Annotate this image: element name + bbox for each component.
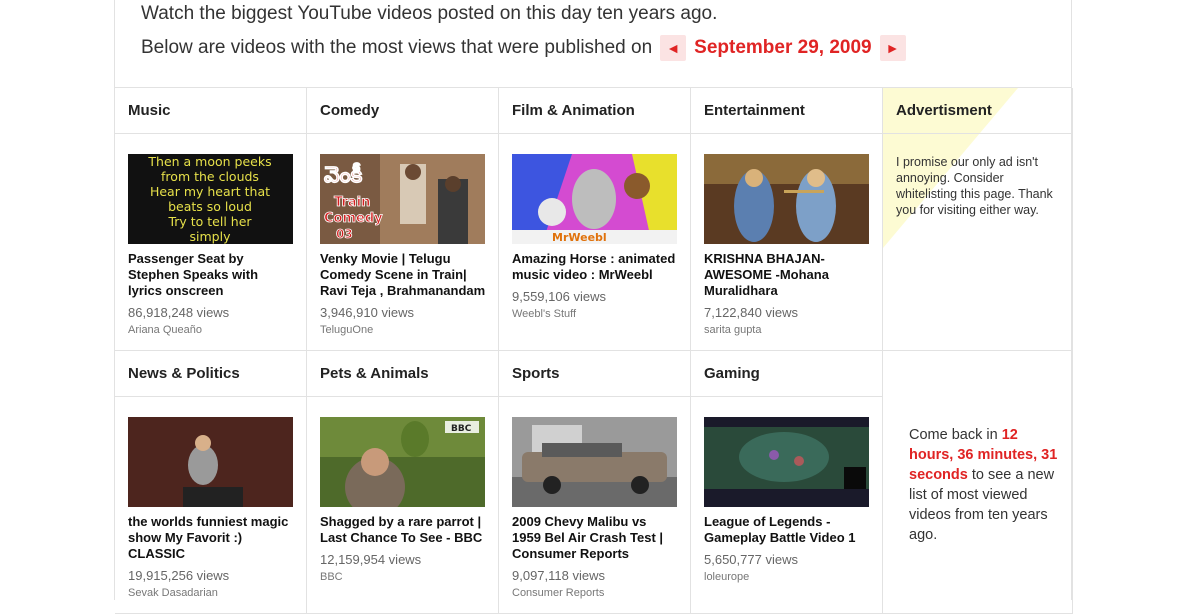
video-channel-link[interactable]: sarita gupta xyxy=(704,324,761,336)
video-thumbnail[interactable] xyxy=(128,417,293,507)
video-title-link[interactable]: Passenger Seat by Stephen Speaks with ly… xyxy=(128,251,294,299)
current-date: September 29, 2009 xyxy=(694,37,872,58)
video-thumbnail[interactable]: Then a moon peeks from the clouds Hear m… xyxy=(128,154,293,244)
next-day-button[interactable]: ► xyxy=(879,35,906,61)
video-views: 12,159,954 views xyxy=(320,552,422,567)
date-selector: Below are videos with the most views tha… xyxy=(141,35,906,61)
prev-day-button[interactable]: ◄ xyxy=(660,35,687,61)
video-title-link[interactable]: Shagged by a rare parrot | Last Chance T… xyxy=(320,514,486,546)
category-cell-news-politics: News & Politics the worlds funniest magi… xyxy=(115,351,307,614)
thumb-title: Train xyxy=(334,195,370,210)
video-views: 3,946,910 views xyxy=(320,305,414,320)
category-cell-gaming: Gaming League of Legends - Gameplay Batt… xyxy=(691,351,883,614)
video-views: 7,122,840 views xyxy=(704,305,798,320)
thumb-title: వెంకీ xyxy=(324,162,363,188)
category-grid: Music Then a moon peeks from the clouds … xyxy=(115,87,1073,614)
video-thumbnail[interactable]: MrWeebl xyxy=(512,154,677,244)
video-channel-link[interactable]: Consumer Reports xyxy=(512,587,604,599)
category-heading: Music xyxy=(115,88,306,134)
video-title-link[interactable]: KRISHNA BHAJAN- AWESOME -Mohana Muralidh… xyxy=(704,251,870,299)
thumb-lyric: Hear my heart that xyxy=(150,184,270,199)
video-channel-link[interactable]: TeluguOne xyxy=(320,324,373,336)
category-cell-film-animation: Film & Animation MrWeebl Amazing Horse :… xyxy=(499,88,691,351)
category-heading: Entertainment xyxy=(691,88,882,134)
ad-heading: Advertisment xyxy=(883,88,1072,134)
video-channel-link[interactable]: BBC xyxy=(320,571,343,583)
category-heading: Sports xyxy=(499,351,690,397)
video-thumbnail[interactable]: వెంకీ Train Comedy 03 xyxy=(320,154,485,244)
video-thumbnail[interactable]: BBC xyxy=(320,417,485,507)
video-title-link[interactable]: Amazing Horse : animated music video : M… xyxy=(512,251,678,283)
countdown-minutes: 36 minutes, xyxy=(957,447,1038,463)
video-views: 9,097,118 views xyxy=(512,568,605,583)
category-heading: Film & Animation xyxy=(499,88,690,134)
video-title-link[interactable]: the worlds funniest magic show My Favori… xyxy=(128,514,294,562)
category-cell-entertainment: Entertainment KRISHNA BHAJAN- AWESOME -M… xyxy=(691,88,883,351)
thumb-lyric: Then a moon peeks xyxy=(147,154,271,169)
category-heading: News & Politics xyxy=(115,351,306,397)
thumb-lyric: simply xyxy=(190,229,232,244)
video-channel-link[interactable]: Sevak Dasadarian xyxy=(128,587,218,599)
thumb-logo: BBC xyxy=(451,424,472,434)
countdown-cell: Come back in 12 hours, 36 minutes, 31 se… xyxy=(883,351,1073,614)
video-title-link[interactable]: League of Legends - Gameplay Battle Vide… xyxy=(704,514,870,546)
category-cell-sports: Sports 2009 Chevy Malibu vs 1959 Bel Air… xyxy=(499,351,691,614)
video-channel-link[interactable]: loleurope xyxy=(704,571,749,583)
thumb-lyric: from the clouds xyxy=(161,169,259,184)
video-views: 5,650,777 views xyxy=(704,552,798,567)
video-thumbnail[interactable] xyxy=(704,417,869,507)
video-views: 9,559,106 views xyxy=(512,289,606,304)
thumb-title: Comedy xyxy=(324,211,383,226)
video-channel-link[interactable]: Weebl's Stuff xyxy=(512,308,576,320)
video-title-link[interactable]: 2009 Chevy Malibu vs 1959 Bel Air Crash … xyxy=(512,514,678,562)
ad-text: I promise our only ad isn't annoying. Co… xyxy=(896,155,1053,217)
advertisement-cell: Advertisment I promise our only ad isn't… xyxy=(883,88,1073,351)
category-heading: Gaming xyxy=(691,351,882,397)
category-cell-music: Music Then a moon peeks from the clouds … xyxy=(115,88,307,351)
video-thumbnail[interactable] xyxy=(512,417,677,507)
intro-text: Watch the biggest YouTube videos posted … xyxy=(141,3,718,24)
page-container: Watch the biggest YouTube videos posted … xyxy=(114,0,1073,614)
intro-date-text: Below are videos with the most views tha… xyxy=(141,37,653,58)
video-channel-link[interactable]: Ariana Queaño xyxy=(128,324,202,336)
category-heading: Pets & Animals xyxy=(307,351,498,397)
countdown-text: Come back in 12 hours, 36 minutes, 31 se… xyxy=(909,425,1059,545)
arrow-left-icon: ◄ xyxy=(666,40,681,56)
video-views: 86,918,248 views xyxy=(128,305,230,320)
thumb-title: 03 xyxy=(336,227,353,241)
category-cell-pets-animals: Pets & Animals BBC Shagged by a rare par… xyxy=(307,351,499,614)
video-thumbnail[interactable] xyxy=(704,154,869,244)
video-title-link[interactable]: Venky Movie | Telugu Comedy Scene in Tra… xyxy=(320,251,486,299)
category-heading: Comedy xyxy=(307,88,498,134)
category-cell-comedy: Comedy వెంకీ Train Comedy 03 Venky Movie… xyxy=(307,88,499,351)
thumb-lyric: beats so loud xyxy=(168,199,252,214)
thumb-brand: MrWeebl xyxy=(552,231,607,244)
arrow-right-icon: ► xyxy=(885,40,900,56)
thumb-lyric: Try to tell her xyxy=(167,214,252,229)
video-views: 19,915,256 views xyxy=(128,568,230,583)
countdown-prefix: Come back in xyxy=(909,427,998,443)
